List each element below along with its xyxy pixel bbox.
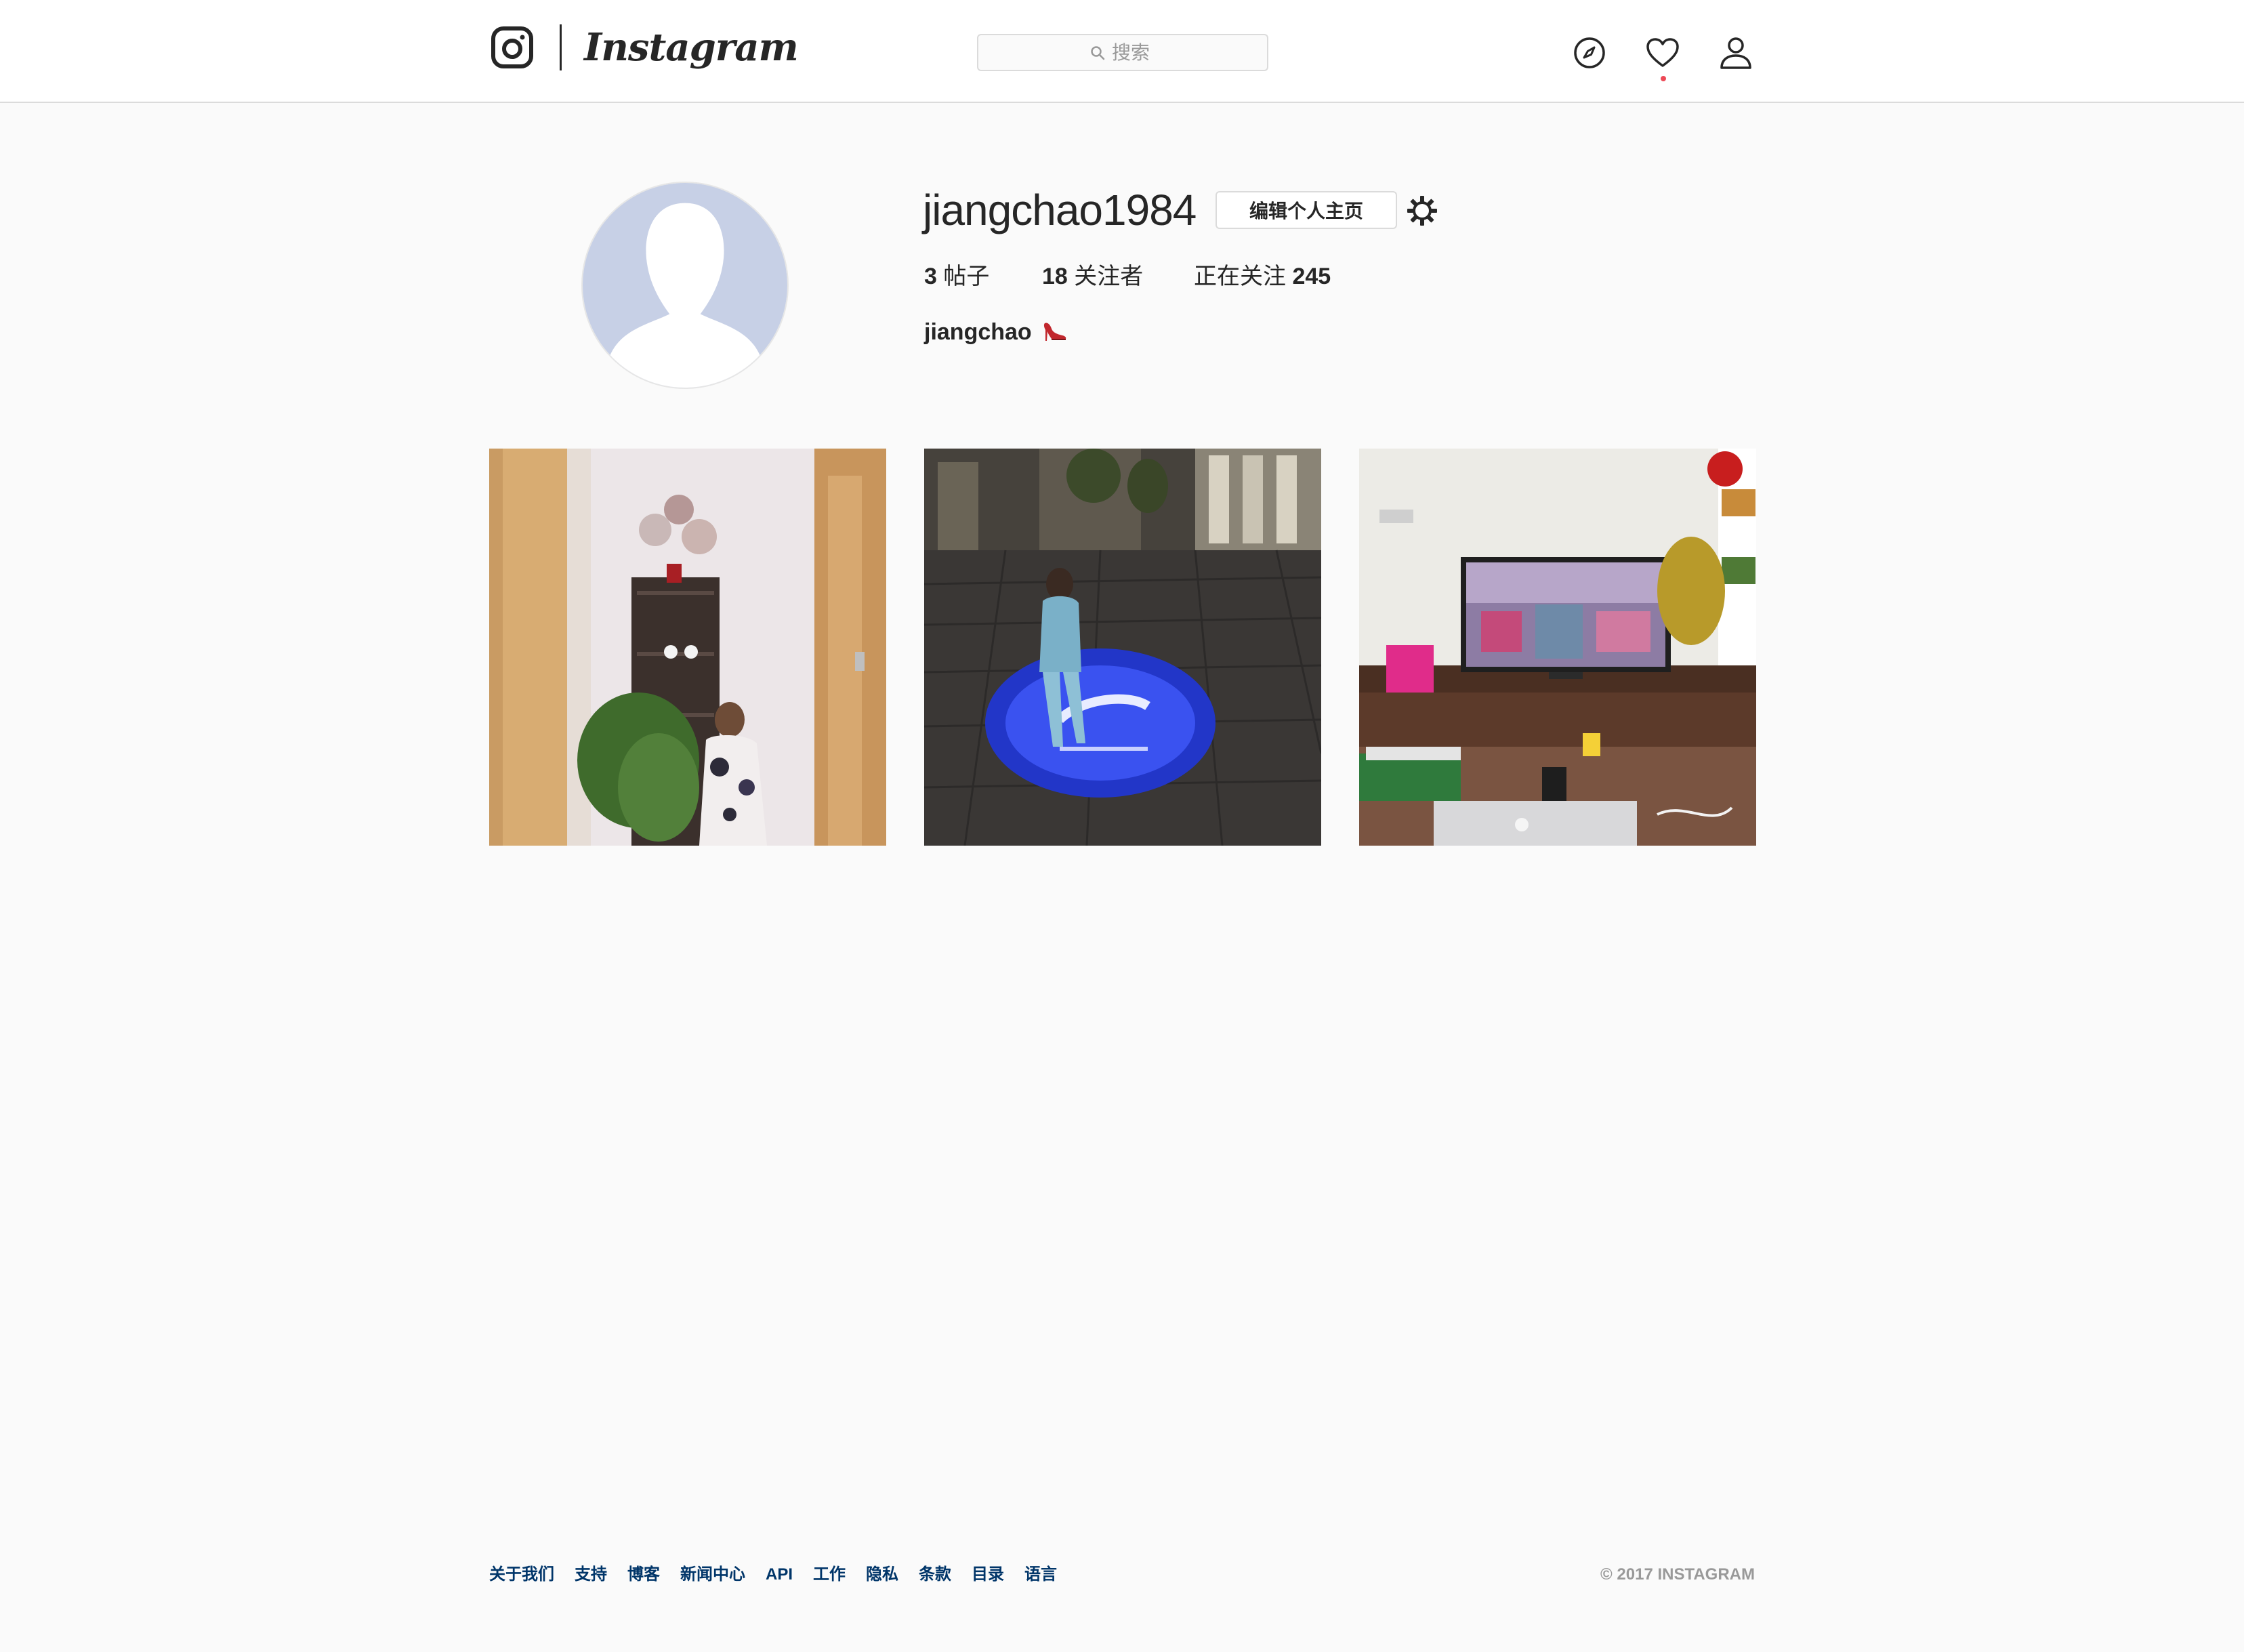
top-nav-bar: Instagram (0, 0, 2244, 103)
footer-link-api[interactable]: API (766, 1561, 793, 1588)
posts-label: 帖子 (943, 264, 990, 289)
stat-following[interactable]: 正在关注 245 (1194, 259, 1331, 294)
footer-link-blog[interactable]: 博客 (627, 1561, 660, 1588)
footer-links: 关于我们 支持 博客 新闻中心 API 工作 隐私 条款 目录 语言 (489, 1561, 1057, 1588)
footer-link-about[interactable]: 关于我们 (489, 1561, 554, 1588)
footer-link-privacy[interactable]: 隐私 (866, 1561, 898, 1588)
instagram-wordmark[interactable]: Instagram (584, 20, 799, 75)
footer-copyright: © 2017 INSTAGRAM (1600, 1565, 1755, 1584)
followers-count: 18 (1042, 264, 1068, 289)
activity-notification-dot (1661, 76, 1666, 81)
posts-count: 3 (924, 264, 937, 289)
post-thumbnail[interactable] (924, 449, 1321, 846)
following-label: 正在关注 (1194, 264, 1286, 289)
post-thumbnail[interactable] (489, 449, 886, 846)
profile-username: jiangchao1984 (923, 186, 1197, 234)
post-thumbnail[interactable] (1359, 449, 1756, 846)
user-icon[interactable] (1717, 34, 1755, 72)
compass-icon[interactable] (1571, 34, 1608, 72)
logo-divider (560, 24, 562, 70)
footer-link-press[interactable]: 新闻中心 (680, 1561, 745, 1588)
footer-link-terms[interactable]: 条款 (919, 1561, 951, 1588)
search-icon (1091, 45, 1105, 60)
following-count: 245 (1292, 264, 1331, 289)
profile-avatar[interactable] (581, 182, 789, 389)
photo-living-room-tv (1359, 449, 1756, 846)
profile-full-name: jiangchao (924, 319, 1032, 345)
stat-followers[interactable]: 18 关注者 (1042, 259, 1143, 294)
default-avatar-icon (583, 183, 787, 388)
heart-icon[interactable] (1644, 34, 1682, 72)
search-input[interactable] (1112, 41, 1155, 64)
profile-bio: jiangchao (924, 314, 1068, 350)
followers-label: 关注者 (1074, 264, 1144, 289)
gear-icon[interactable] (1405, 194, 1439, 228)
photo-girl-hallway (489, 449, 886, 846)
footer-link-jobs[interactable]: 工作 (813, 1561, 846, 1588)
search-box[interactable] (977, 34, 1268, 71)
stat-posts: 3 帖子 (924, 259, 989, 294)
footer-link-language[interactable]: 语言 (1024, 1561, 1057, 1588)
footer-link-support[interactable]: 支持 (575, 1561, 607, 1588)
instagram-glyph-icon[interactable] (491, 26, 534, 69)
footer-link-directory[interactable]: 目录 (972, 1561, 1004, 1588)
edit-profile-button[interactable]: 编辑个人主页 (1216, 191, 1397, 229)
photo-girl-logo-projection (924, 449, 1321, 846)
high-heel-shoe-icon (1042, 318, 1068, 344)
